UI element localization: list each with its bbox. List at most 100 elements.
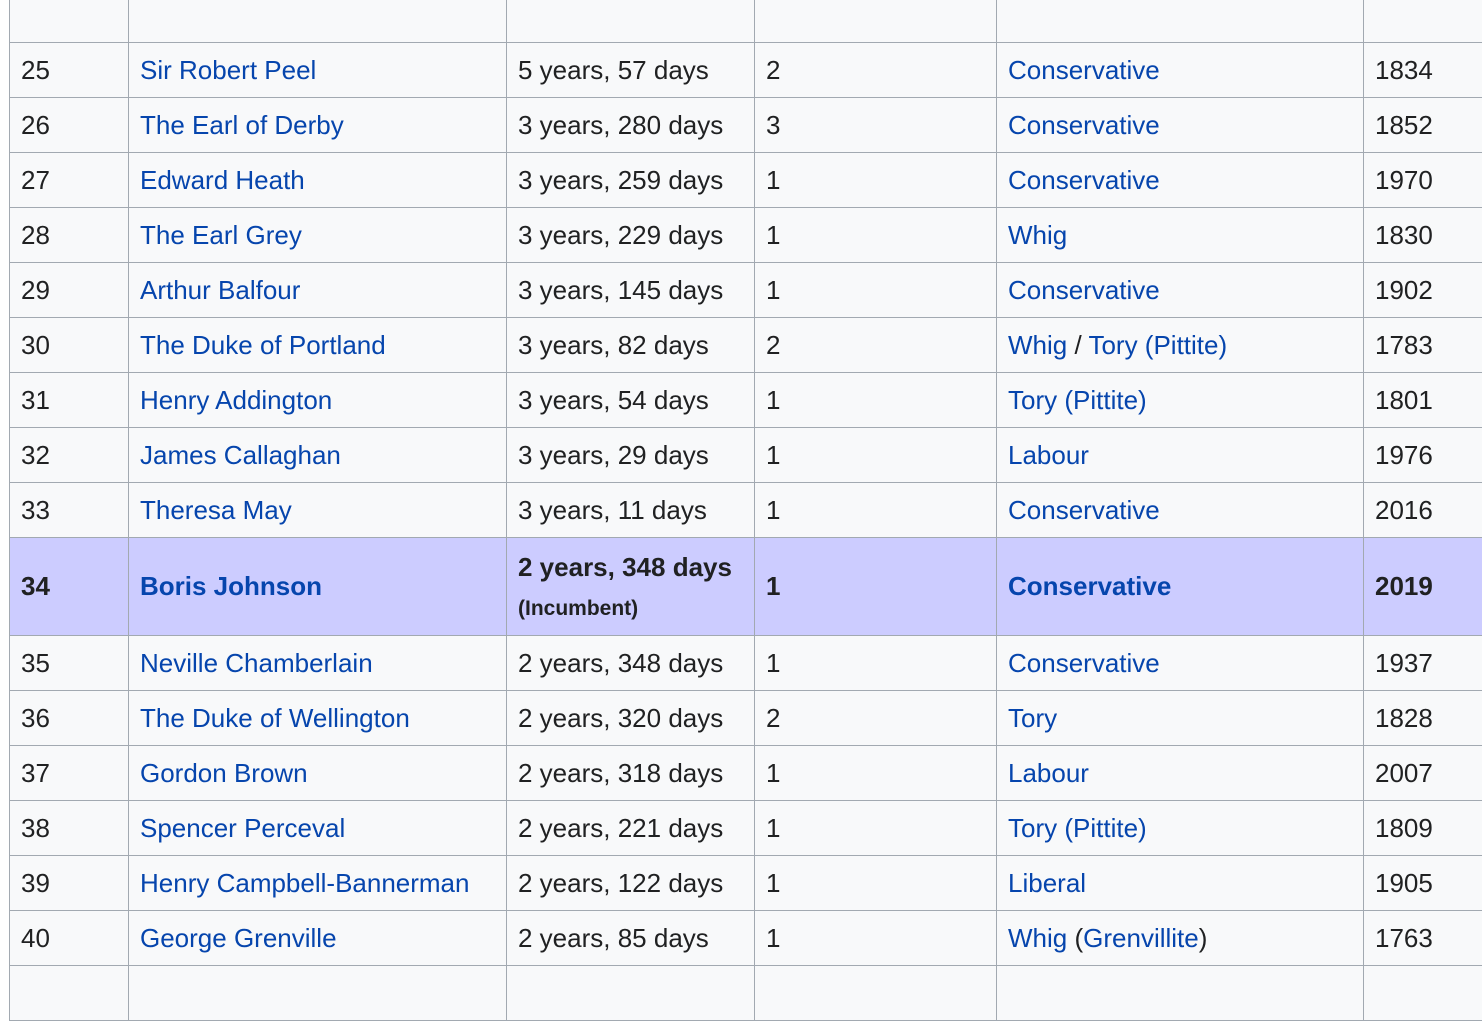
year-cell (1364, 966, 1482, 1021)
duration-text: 3 years, 145 days (518, 275, 723, 305)
pm-name-link[interactable]: Arthur Balfour (140, 275, 300, 305)
party-cell: Labour (997, 746, 1364, 801)
duration-cell: 3 years, 11 days (507, 483, 755, 538)
pm-name-link[interactable]: Boris Johnson (140, 571, 322, 601)
party-link[interactable]: Whig (1008, 330, 1067, 360)
rank-cell: 33 (10, 483, 129, 538)
pm-name-link[interactable]: Gordon Brown (140, 758, 308, 788)
name-cell: Boris Johnson (129, 538, 507, 636)
table-row: 28The Earl Grey3 years, 229 days1Whig183… (10, 208, 1482, 263)
rank-cell: 36 (10, 691, 129, 746)
terms-cell: 2 (755, 43, 997, 98)
terms-cell: 1 (755, 636, 997, 691)
pm-name-link[interactable]: Edward Heath (140, 165, 305, 195)
name-cell: Neville Chamberlain (129, 636, 507, 691)
rank-cell: 40 (10, 911, 129, 966)
party-link[interactable]: Liberal (1008, 868, 1086, 898)
party-link[interactable]: Whig (1008, 220, 1067, 250)
duration-text: 3 years, 29 days (518, 440, 709, 470)
duration-text: 2 years, 221 days (518, 813, 723, 843)
party-link[interactable]: Conservative (1008, 165, 1160, 195)
rank-cell: 39 (10, 856, 129, 911)
name-cell (129, 966, 507, 1021)
duration-cell (507, 966, 755, 1021)
pm-name-link[interactable]: The Duke of Wellington (140, 703, 410, 733)
party-link[interactable]: Whig (1008, 923, 1067, 953)
table-row: 31Henry Addington3 years, 54 days1Tory (… (10, 373, 1482, 428)
terms-cell: 1 (755, 483, 997, 538)
table-row: 26The Earl of Derby3 years, 280 days3Con… (10, 98, 1482, 153)
party-link[interactable]: Conservative (1008, 275, 1160, 305)
name-cell: Henry Campbell-Bannerman (129, 856, 507, 911)
pm-name-link[interactable]: Sir Robert Peel (140, 55, 316, 85)
party-link[interactable]: Labour (1008, 440, 1089, 470)
duration-text: 3 years, 229 days (518, 220, 723, 250)
terms-cell: 1 (755, 263, 997, 318)
terms-cell: 1 (755, 153, 997, 208)
terms-cell: 2 (755, 318, 997, 373)
table-row: 29 Arthur Balfour 3 years, 145 days 1 Conser… (10, 263, 1482, 318)
prime-ministers-tenure-table: 2425Sir Robert Peel5 years, 57 days2Cons… (9, 0, 1482, 1021)
table-row: 38Spencer Perceval2 years, 221 days1Tory… (10, 801, 1482, 856)
party-cell: Conservative (997, 153, 1364, 208)
rank-cell: 38 (10, 801, 129, 856)
party-link[interactable]: Conservative (1008, 110, 1160, 140)
table-row: 35 Neville Chamberlain 2 years, 348 days 1C… (10, 636, 1482, 691)
duration-cell: 3 years, 259 days (507, 153, 755, 208)
party-cell: Conservative (997, 538, 1364, 636)
party-link[interactable]: Tory (Pittite) (1008, 813, 1147, 843)
duration-cell: 2 years, 122 days (507, 856, 755, 911)
name-cell: Sir Robert Peel (129, 43, 507, 98)
pm-name-link[interactable]: Theresa May (140, 495, 292, 525)
pm-name-link[interactable]: James Callaghan (140, 440, 341, 470)
year-cell: 1970 (1364, 153, 1482, 208)
duration-text: 2 years, 348 days (518, 648, 723, 678)
party-cell: Conservative (997, 98, 1364, 153)
party-cell: Whig / Tory (Pittite) (997, 318, 1364, 373)
year-cell: 1902 (1364, 263, 1482, 318)
pm-name-link[interactable]: Neville Chamberlain (140, 648, 373, 678)
terms-cell: 1 (755, 373, 997, 428)
duration-cell (507, 0, 755, 43)
party-link[interactable]: Labour (1008, 758, 1089, 788)
duration-cell: 3 years, 280 days (507, 98, 755, 153)
rank-cell: 35 (10, 636, 129, 691)
terms-cell (755, 966, 997, 1021)
rank-cell: 31 (10, 373, 129, 428)
rank-cell (10, 966, 129, 1021)
party-cell: Tory (Pittite) (997, 801, 1364, 856)
incumbent-note: (Incumbent) (518, 597, 638, 620)
pm-name-link[interactable]: The Earl of Derby (140, 110, 344, 140)
party-cell: Conservative (997, 43, 1364, 98)
year-cell: 2019 (1364, 538, 1482, 636)
name-cell: The Duke of Portland (129, 318, 507, 373)
party-link[interactable]: Conservative (1008, 571, 1171, 601)
duration-cell: 5 years, 57 days (507, 43, 755, 98)
year-cell: 2016 (1364, 483, 1482, 538)
year-cell: 1809 (1364, 801, 1482, 856)
pm-name-link[interactable]: Henry Addington (140, 385, 332, 415)
rank-cell: 30 (10, 318, 129, 373)
party-link[interactable]: Tory (Pittite) (1008, 385, 1147, 415)
party-link[interactable]: Conservative (1008, 495, 1160, 525)
rank-cell: 29 (10, 263, 129, 318)
party-cell (997, 966, 1364, 1021)
rank-cell: 28 (10, 208, 129, 263)
name-cell: George Grenville (129, 911, 507, 966)
party-link[interactable]: Conservative (1008, 55, 1160, 85)
pm-name-link[interactable]: Spencer Perceval (140, 813, 345, 843)
table-row (10, 966, 1482, 1021)
pm-name-link[interactable]: The Duke of Portland (140, 330, 386, 360)
year-cell: 1852 (1364, 98, 1482, 153)
duration-cell: 3 years, 82 days (507, 318, 755, 373)
party-cell: Conservative (997, 263, 1364, 318)
year-cell: 1783 (1364, 318, 1482, 373)
party-link[interactable]: Tory (1008, 703, 1057, 733)
pm-name-link[interactable]: Henry Campbell-Bannerman (140, 868, 469, 898)
party-faction-link[interactable]: Tory (Pittite) (1088, 330, 1227, 360)
pm-name-link[interactable]: George Grenville (140, 923, 337, 953)
party-link[interactable]: Conservative (1008, 648, 1160, 678)
party-faction-link[interactable]: Grenvillite (1083, 923, 1199, 953)
duration-cell: 3 years, 29 days (507, 428, 755, 483)
pm-name-link[interactable]: The Earl Grey (140, 220, 302, 250)
